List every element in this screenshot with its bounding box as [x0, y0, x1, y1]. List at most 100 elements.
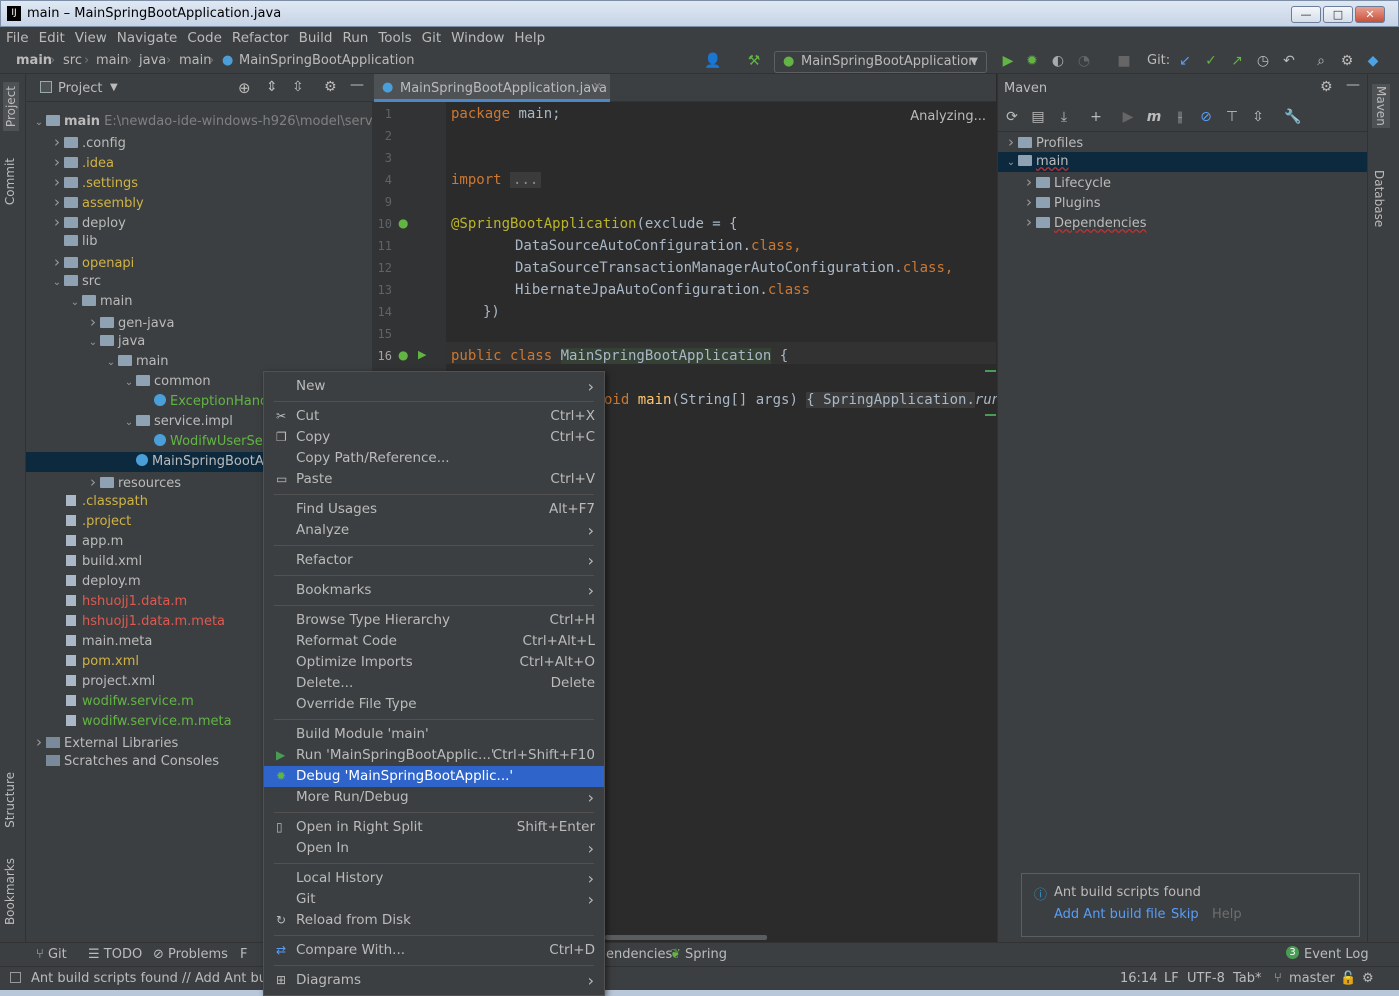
tab-main-spring-boot-application[interactable]: ● MainSpringBootApplication.java ✕	[374, 74, 610, 102]
menu-item-copy[interactable]: ❐ Copy Ctrl+C	[264, 427, 604, 448]
git-commit-icon[interactable]: ✓	[1203, 53, 1219, 69]
tab-project[interactable]: Project	[3, 82, 19, 132]
menu-run[interactable]: Run	[342, 30, 368, 46]
event-log-tool-tab[interactable]: Event Log	[1304, 947, 1369, 962]
tab-maven[interactable]: Maven	[1372, 84, 1390, 128]
chevron-down-icon[interactable]: ⌄	[68, 293, 82, 313]
chevron-right-icon[interactable]: ›	[50, 132, 64, 152]
coverage-icon[interactable]: ◐	[1050, 53, 1066, 69]
menu-item-paste[interactable]: ▭ Paste Ctrl+V	[264, 469, 604, 490]
collapse-all-icon[interactable]: ⇳	[292, 79, 304, 95]
history-icon[interactable]: ◷	[1255, 53, 1271, 69]
tab-database[interactable]: Database	[1372, 170, 1386, 227]
breadcrumb-main[interactable]: main	[96, 53, 128, 68]
minimize-button[interactable]: —	[1291, 6, 1321, 23]
menu-view[interactable]: View	[75, 30, 107, 46]
tab-commit[interactable]: Commit	[3, 158, 17, 205]
chevron-down-icon[interactable]: ▼	[110, 82, 118, 93]
project-tree-row[interactable]: › .config	[26, 132, 372, 152]
project-tree-row[interactable]: › .settings	[26, 172, 372, 192]
menu-help[interactable]: Help	[514, 30, 545, 46]
menu-item-override-file-type[interactable]: Override File Type	[264, 694, 604, 715]
menu-item-browse-type-hierarchy[interactable]: Browse Type Hierarchy Ctrl+H	[264, 610, 604, 631]
user-icon[interactable]: 👤	[704, 53, 721, 69]
menu-item-local-history[interactable]: Local History ›	[264, 868, 604, 889]
editor-horizontal-scrollbar[interactable]	[605, 935, 767, 940]
dependencies-tool-tab[interactable]: endencies	[606, 947, 672, 962]
git-branch[interactable]: master	[1289, 971, 1335, 986]
menu-refactor[interactable]: Refactor	[232, 30, 289, 46]
project-tree-row[interactable]: › deploy	[26, 212, 372, 232]
menu-item-reload-from-disk[interactable]: ↻ Reload from Disk	[264, 910, 604, 931]
menu-item-cut[interactable]: ✂ Cut Ctrl+X	[264, 406, 604, 427]
project-tree-row[interactable]: ⌄ main E:\newdao-ide-windows-h926\model\s…	[26, 112, 396, 132]
project-tree-row[interactable]: ⌄ src	[26, 272, 372, 292]
tab-structure[interactable]: Structure	[3, 772, 17, 828]
menu-item-delete[interactable]: Delete... Delete	[264, 673, 604, 694]
chevron-down-icon[interactable]: ⌄	[50, 273, 64, 293]
menu-git[interactable]: Git	[422, 30, 442, 46]
menu-item-git[interactable]: Git ›	[264, 889, 604, 910]
project-tree-row[interactable]: › gen-java	[26, 312, 372, 332]
options-gear-icon[interactable]: ⚙	[324, 79, 337, 95]
chevron-down-icon[interactable]: ⌄	[122, 373, 136, 393]
chevron-down-icon[interactable]: ⌄	[122, 413, 136, 433]
toggle-tool-windows-icon[interactable]	[10, 972, 21, 983]
menu-item-compare-with[interactable]: ⇄ Compare With... Ctrl+D	[264, 940, 604, 961]
add-ant-build-file-link[interactable]: Add Ant build file	[1054, 907, 1166, 922]
todo-tool-tab[interactable]: ☰ TODO	[88, 947, 142, 962]
close-button[interactable]: ✕	[1355, 6, 1385, 23]
wrench-icon[interactable]: 🔧	[1284, 109, 1301, 125]
menu-item-open-in[interactable]: Open In ›	[264, 838, 604, 859]
chevron-right-icon[interactable]: ›	[1004, 132, 1018, 152]
chevron-right-icon[interactable]: ›	[50, 152, 64, 172]
run-configuration-select[interactable]: ● MainSpringBootApplication ▼	[774, 51, 987, 73]
profile-icon[interactable]: ◔	[1076, 53, 1092, 69]
git-update-icon[interactable]: ↙	[1177, 53, 1193, 69]
spring-bean-gutter-icon[interactable]: ●	[398, 348, 408, 362]
chevron-right-icon[interactable]: ›	[86, 472, 100, 492]
status-message[interactable]: Ant build scripts found // Add Ant build	[31, 971, 283, 986]
menu-window[interactable]: Window	[451, 30, 504, 46]
menu-item-more-run-debug[interactable]: More Run/Debug ›	[264, 787, 604, 808]
project-tree-row[interactable]: ⌄ java	[26, 332, 372, 352]
lock-icon[interactable]: 🔓	[1340, 971, 1356, 986]
breadcrumb-package[interactable]: main	[179, 53, 211, 68]
maven-settings-gear-icon[interactable]: ⚙	[1320, 79, 1333, 95]
project-tree-row[interactable]: lib	[26, 232, 372, 252]
breadcrumb-class[interactable]: MainSpringBootApplication	[239, 53, 415, 68]
breadcrumb-src[interactable]: src	[63, 53, 82, 68]
chevron-right-icon[interactable]: ›	[86, 312, 100, 332]
partial-tool-tab[interactable]: F	[240, 947, 247, 962]
chevron-right-icon[interactable]: ›	[50, 212, 64, 232]
chevron-right-icon[interactable]: ›	[50, 172, 64, 192]
project-tree-row[interactable]: ⌄ main	[26, 352, 372, 372]
chevron-right-icon[interactable]: ›	[1022, 172, 1036, 192]
menu-item-find-usages[interactable]: Find Usages Alt+F7	[264, 499, 604, 520]
project-tree-row[interactable]: › .idea	[26, 152, 372, 172]
project-tree-row[interactable]: › openapi	[26, 252, 372, 272]
hide-icon[interactable]: —	[350, 77, 364, 93]
breadcrumb-module[interactable]: main	[16, 53, 52, 68]
chevron-right-icon[interactable]: ›	[32, 732, 46, 752]
maven-tree-row[interactable]: ⌄ main	[998, 152, 1367, 172]
expand-all-icon[interactable]: ⇕	[266, 79, 278, 95]
breadcrumb-java[interactable]: java	[139, 53, 166, 68]
menu-code[interactable]: Code	[187, 30, 222, 46]
folded-imports[interactable]: ...	[510, 172, 542, 188]
menu-item-analyze[interactable]: Analyze ›	[264, 520, 604, 541]
show-dependencies-icon[interactable]: ⊤	[1224, 109, 1240, 125]
help-link[interactable]: Help	[1212, 907, 1242, 922]
menu-navigate[interactable]: Navigate	[117, 30, 178, 46]
run-icon[interactable]: ▶	[1120, 109, 1136, 125]
indent-setting[interactable]: Tab*	[1233, 971, 1262, 986]
tab-bookmarks[interactable]: Bookmarks	[3, 858, 17, 925]
menu-item-reformat-code[interactable]: Reformat Code Ctrl+Alt+L	[264, 631, 604, 652]
add-folder-icon[interactable]: ▤	[1030, 109, 1046, 125]
menu-item-refactor[interactable]: Refactor ›	[264, 550, 604, 571]
line-separator[interactable]: LF	[1164, 971, 1179, 986]
menu-item-run-mainspringbootapplic[interactable]: ▶ Run 'MainSpringBootApplic...' Ctrl+Shift…	[264, 745, 604, 766]
git-tool-tab[interactable]: ⑂ Git	[36, 947, 67, 962]
chevron-down-icon[interactable]: ⌄	[1004, 153, 1018, 173]
chevron-right-icon[interactable]: ›	[50, 192, 64, 212]
